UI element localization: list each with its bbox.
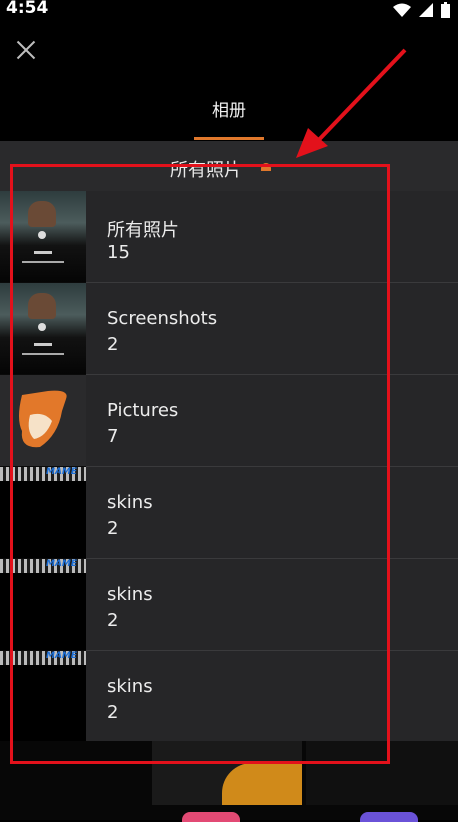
annotation-arrow [296, 48, 407, 158]
